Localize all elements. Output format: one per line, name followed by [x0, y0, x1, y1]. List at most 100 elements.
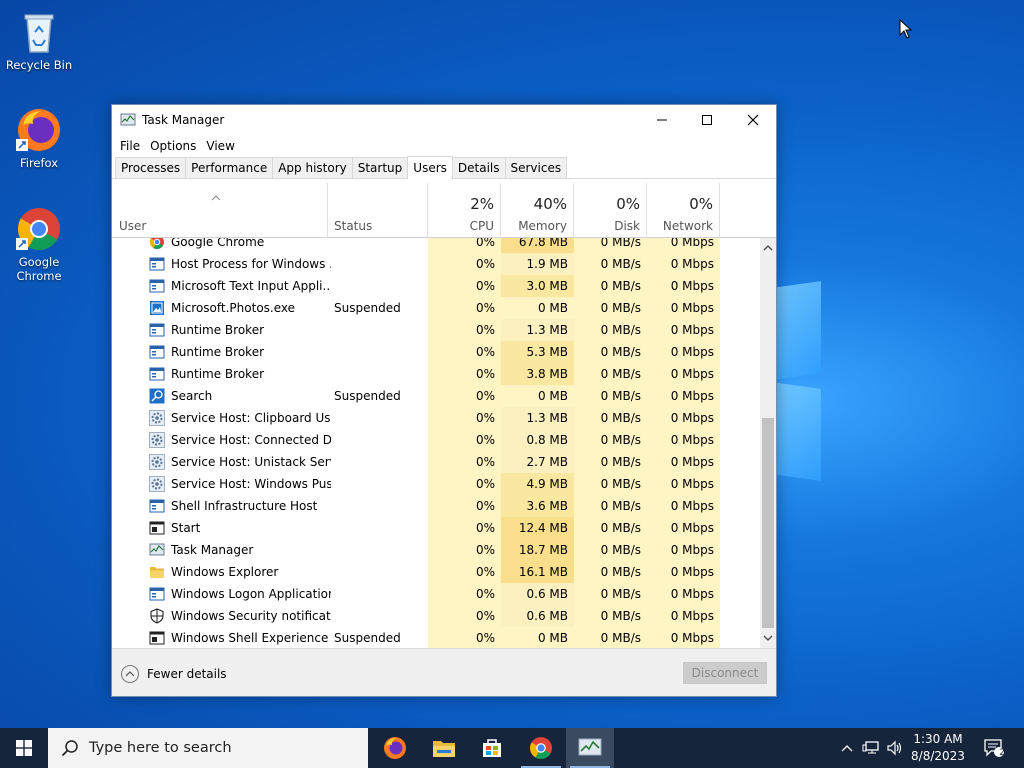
process-row[interactable]: Service Host: Windows Pus... 0% 4.9 MB 0 MB…	[112, 473, 760, 495]
process-status	[334, 238, 429, 253]
column-header-network[interactable]: 0% Network	[647, 183, 720, 238]
maximize-button[interactable]	[684, 105, 730, 135]
taskbar-microsoft-store[interactable]	[468, 728, 516, 768]
process-status	[334, 495, 429, 517]
process-row[interactable]: Runtime Broker 0% 1.3 MB 0 MB/s 0 Mbps	[112, 319, 760, 341]
title-bar[interactable]: Task Manager	[112, 105, 776, 135]
memory-value: 0 MB	[501, 627, 574, 648]
memory-value: 18.7 MB	[501, 539, 574, 561]
cpu-value: 0%	[428, 275, 501, 297]
process-row[interactable]: Service Host: Clipboard Us... 0% 1.3 MB 0 M…	[112, 407, 760, 429]
chrome-icon	[149, 238, 165, 250]
disk-value: 0 MB/s	[574, 363, 647, 385]
process-row[interactable]: Service Host: Connected D... 0% 0.8 MB 0 MB…	[112, 429, 760, 451]
cpu-value: 0%	[428, 583, 501, 605]
column-header-memory[interactable]: 40% Memory	[501, 183, 574, 238]
vertical-scrollbar[interactable]	[760, 238, 776, 648]
process-row[interactable]: Windows Explorer 0% 16.1 MB 0 MB/s 0 Mbps	[112, 561, 760, 583]
process-name: Windows Explorer	[171, 565, 279, 579]
process-name: Microsoft Text Input Appli...	[171, 279, 331, 293]
column-header-disk[interactable]: 0% Disk	[574, 183, 647, 238]
process-row[interactable]: Shell Infrastructure Host 0% 3.6 MB 0 MB/s 0…	[112, 495, 760, 517]
column-header-cpu[interactable]: 2% CPU	[428, 183, 501, 238]
windows-start-icon	[16, 740, 32, 756]
process-row[interactable]: Host Process for Windows ... 0% 1.9 MB 0 MB…	[112, 253, 760, 275]
scroll-down-icon[interactable]	[763, 635, 773, 642]
task-manager-window: Task Manager File Options View Processes…	[111, 104, 777, 697]
column-header-status[interactable]: Status	[328, 183, 428, 238]
menu-file[interactable]: File	[115, 139, 145, 153]
action-center-button[interactable]: 2	[978, 728, 1010, 768]
store-icon	[483, 739, 501, 757]
taskbar-task-manager[interactable]	[566, 728, 614, 768]
disk-value: 0 MB/s	[574, 495, 647, 517]
cpu-value: 0%	[428, 561, 501, 583]
minimize-icon	[657, 119, 667, 121]
desktop-icon-google-chrome[interactable]: Google Chrome	[0, 205, 78, 283]
process-status	[334, 429, 429, 451]
process-status: Suspended	[334, 631, 401, 645]
gear-icon	[149, 410, 165, 426]
cpu-value: 0%	[428, 341, 501, 363]
tab-startup[interactable]: Startup	[351, 157, 409, 178]
process-row[interactable]: Start 0% 12.4 MB 0 MB/s 0 Mbps	[112, 517, 760, 539]
scroll-up-icon[interactable]	[763, 244, 773, 251]
taskbar-search-box[interactable]: Type here to search	[48, 728, 368, 768]
process-row[interactable]: Search Suspended 0% 0 MB 0 MB/s 0 Mbps	[112, 385, 760, 407]
tab-performance[interactable]: Performance	[185, 157, 274, 178]
show-hidden-icons-button[interactable]	[838, 728, 856, 768]
volume-tray-button[interactable]	[884, 728, 906, 768]
taskbar: Type here to search 1:30 AM 8/8/2023 2	[0, 728, 1024, 768]
desktop-icon-firefox[interactable]: Firefox	[0, 106, 78, 170]
window-icon	[149, 278, 165, 294]
taskbar-file-explorer[interactable]	[420, 728, 468, 768]
process-name: Microsoft.Photos.exe	[171, 301, 296, 315]
process-name: Windows Security notificat...	[171, 609, 331, 623]
taskbar-google-chrome[interactable]	[517, 728, 565, 768]
cpu-value: 0%	[428, 319, 501, 341]
process-row[interactable]: Windows Security notificat... 0% 0.6 MB 0 M…	[112, 605, 760, 627]
scrollbar-thumb[interactable]	[762, 418, 774, 628]
search-icon	[61, 740, 78, 757]
tab-users[interactable]: Users	[407, 156, 453, 179]
process-row[interactable]: Google Chrome 0% 67.8 MB 0 MB/s 0 Mbps	[112, 238, 760, 253]
dark-window-icon	[149, 520, 165, 536]
chrome-icon	[530, 737, 552, 759]
process-row[interactable]: Windows Shell Experience ... Suspended 0% 0…	[112, 627, 760, 648]
tab-services[interactable]: Services	[504, 157, 568, 178]
process-row[interactable]: Windows Logon Application 0% 0.6 MB 0 MB/s 0…	[112, 583, 760, 605]
close-button[interactable]	[730, 105, 776, 135]
window-title: Task Manager	[142, 113, 225, 127]
disconnect-button[interactable]: Disconnect	[683, 662, 767, 684]
disk-value: 0 MB/s	[574, 253, 647, 275]
process-row[interactable]: Runtime Broker 0% 3.8 MB 0 MB/s 0 Mbps	[112, 363, 760, 385]
cpu-value: 0%	[428, 429, 501, 451]
process-status	[334, 473, 429, 495]
process-row[interactable]: Runtime Broker 0% 5.3 MB 0 MB/s 0 Mbps	[112, 341, 760, 363]
column-header-user[interactable]: User	[112, 183, 328, 238]
menu-view[interactable]: View	[201, 139, 239, 153]
process-row[interactable]: Microsoft Text Input Appli... 0% 3.0 MB 0 M…	[112, 275, 760, 297]
minimize-button[interactable]	[639, 105, 685, 135]
speaker-icon	[887, 740, 902, 756]
start-button[interactable]	[0, 728, 48, 768]
process-row[interactable]: Microsoft.Photos.exe Suspended 0% 0 MB 0 MB/…	[112, 297, 760, 319]
taskbar-clock[interactable]: 1:30 AM 8/8/2023	[905, 731, 971, 765]
menu-options[interactable]: Options	[145, 139, 201, 153]
tab-details[interactable]: Details	[451, 157, 506, 178]
tab-processes[interactable]: Processes	[115, 157, 187, 178]
disk-value: 0 MB/s	[574, 275, 647, 297]
tab-strip: Processes Performance App history Startu…	[112, 156, 776, 179]
taskbar-firefox[interactable]	[371, 728, 419, 768]
desktop-icon-recycle-bin[interactable]: Recycle Bin	[0, 8, 78, 72]
tab-app-history[interactable]: App history	[272, 157, 353, 178]
fewer-details-link[interactable]: Fewer details	[120, 664, 227, 684]
process-row[interactable]: Service Host: Unistack Serv... 0% 2.7 MB 0 …	[112, 451, 760, 473]
network-tray-button[interactable]	[860, 728, 882, 768]
firefox-icon	[15, 106, 63, 154]
memory-value: 4.9 MB	[501, 473, 574, 495]
gear-icon	[149, 476, 165, 492]
process-row[interactable]: Task Manager 0% 18.7 MB 0 MB/s 0 Mbps	[112, 539, 760, 561]
disk-value: 0 MB/s	[574, 517, 647, 539]
cpu-value: 0%	[428, 539, 501, 561]
